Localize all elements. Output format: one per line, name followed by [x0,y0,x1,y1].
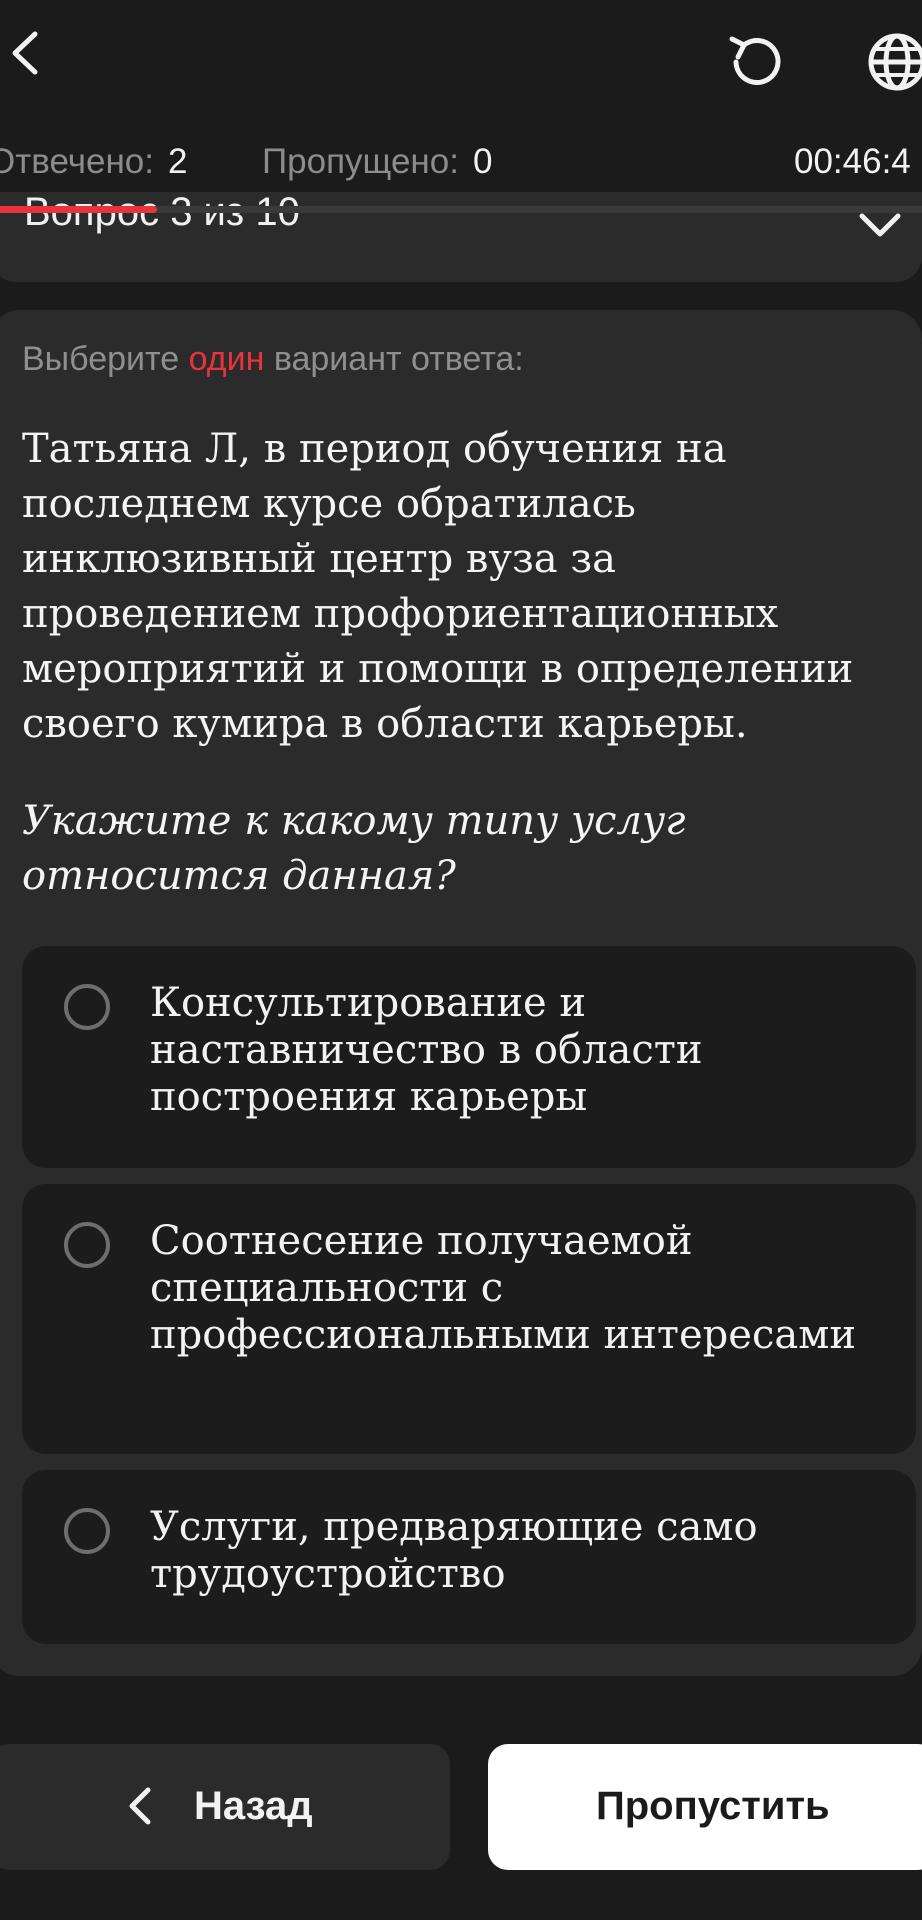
answer-option[interactable]: Консультирование и наставничество в обла… [22,946,916,1168]
skipped-stat: Пропущено: 0 [262,142,492,182]
option-label: Консультирование и наставничество в обла… [150,980,703,1120]
instruction-suffix: вариант ответа: [273,340,524,378]
radio-button[interactable] [64,1508,110,1554]
skip-button[interactable]: Пропустить [488,1744,922,1870]
instruction-prefix: Выберите [22,340,180,378]
timer: 00:46:4 [794,142,911,181]
radio-button[interactable] [64,984,110,1030]
option-label: Услуги, предваряющие само трудоустройств… [150,1504,758,1597]
answered-stat: Отвечено: 2 [0,142,187,182]
progress-bar [0,206,922,213]
question-card: Выберите один вариант ответа: Татьяна Л,… [0,310,922,1676]
answered-count: 2 [167,142,188,181]
back-button-label: Назад [194,1784,313,1828]
chevron-left-icon [124,1784,154,1828]
instruction: Выберите один вариант ответа: [22,340,524,379]
skipped-label: Пропущено: [262,142,459,181]
answer-option[interactable]: Услуги, предваряющие само трудоустройств… [22,1470,916,1644]
reset-icon[interactable] [712,22,798,102]
back-button[interactable]: Назад [0,1744,450,1870]
instruction-accent: один [188,340,265,378]
skipped-count: 0 [472,142,493,181]
question-text: Татьяна Л, в период обучения на последне… [22,426,854,747]
option-label: Соотнесение получаемой специальности с п… [150,1218,856,1358]
top-bar: Отвечено: 2 Пропущено: 0 00:46:4 [0,0,922,181]
chevron-down-icon[interactable] [856,208,904,242]
stats-row: Отвечено: 2 Пропущено: 0 00:46:4 [0,136,922,186]
progress-fill [0,206,157,213]
answer-option[interactable]: Соотнесение получаемой специальности с п… [22,1184,916,1454]
radio-button[interactable] [64,1222,110,1268]
skip-button-label: Пропустить [596,1784,830,1828]
question-counter: Вопрос 3 из 10 [24,192,300,234]
globe-icon[interactable] [862,22,922,102]
chevron-left-icon[interactable] [0,18,50,88]
answered-label: Отвечено: [0,142,154,181]
question-prompt: Укажите к какому типу услуг относится да… [22,798,686,899]
